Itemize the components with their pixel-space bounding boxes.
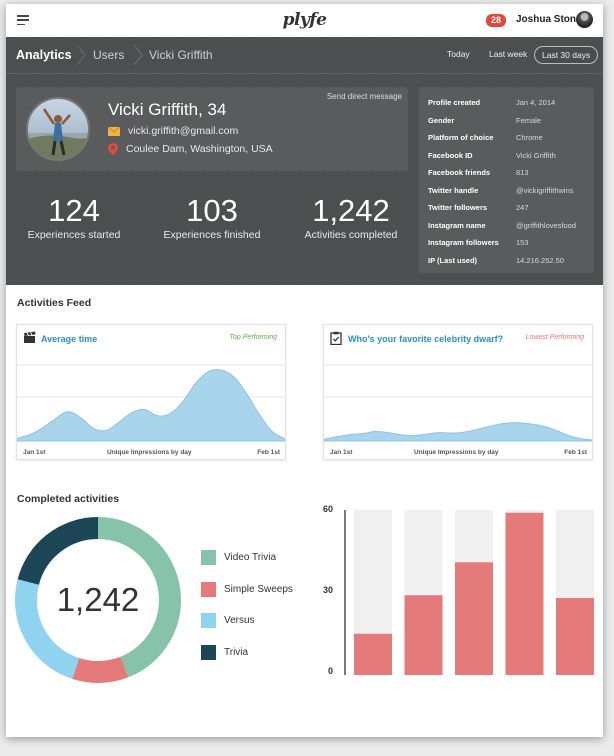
profile-email-row: vicki.griffith@gmail.com [108, 125, 238, 137]
range-today[interactable]: Today [447, 49, 470, 59]
x-axis-end: Feb 1st [564, 449, 587, 456]
stat-experiences-finished: 103 Experiences finished [154, 193, 270, 242]
completed-activities-title: Completed activities [17, 493, 120, 505]
info-key: Facebook ID [428, 150, 473, 160]
legend-swatch [201, 613, 216, 628]
activities-feed-title: Activities Feed [17, 297, 92, 309]
stat-label: Experiences finished [163, 229, 261, 241]
app-window: plyfe 28 Joshua Stone Analytics Users Vi… [6, 4, 603, 737]
bar[interactable] [455, 562, 493, 675]
info-value: @vickigriffithwins [516, 185, 574, 195]
user-name[interactable]: Joshua Stone [516, 14, 582, 25]
user-avatar[interactable] [576, 11, 593, 28]
mail-icon [108, 126, 120, 136]
bar[interactable] [404, 595, 443, 675]
performance-label: Lowest Performing [525, 334, 584, 341]
breadcrumb-user: Vicki Griffith [149, 48, 213, 62]
feed-card-celebrity-dwarf[interactable]: Who's your favorite celebrity dwarf? Low… [323, 324, 593, 460]
y-tick: 30 [323, 585, 334, 595]
info-key: Platform of choice [428, 133, 494, 142]
clipboard-check-icon [330, 331, 342, 345]
info-key: Facebook friends [428, 168, 491, 177]
area-series [17, 369, 285, 442]
info-key: Twitter followers [428, 203, 488, 212]
info-value: 14.216.252.50 [516, 255, 564, 265]
info-key: IP (Last used) [428, 255, 478, 265]
breadcrumb-users[interactable]: Users [93, 48, 124, 62]
chevron-right-icon [76, 44, 86, 66]
card-title[interactable]: Who's your favorite celebrity dwarf? [348, 334, 503, 344]
info-value: 153 [516, 238, 529, 247]
profile-info-table: Profile created Jan 4, 2014 Gender Female Pl… [419, 87, 594, 273]
stat-experiences-started: 124 Experiences started [16, 193, 132, 242]
info-key: Profile created [428, 98, 481, 107]
area-chart [324, 364, 592, 442]
top-bar: plyfe 28 Joshua Stone [6, 4, 603, 37]
legend-item[interactable]: Simple Sweeps [201, 581, 293, 597]
x-axis-start: Jan 1st [23, 449, 46, 456]
stat-value: 1,242 [312, 193, 390, 228]
donut-center-total: 1,242 [56, 581, 140, 618]
legend-label: Versus [224, 615, 255, 626]
info-value: Female [516, 115, 542, 125]
profile-location: Coulee Dam, Washington, USA [126, 143, 273, 155]
y-tick: 0 [328, 666, 334, 676]
legend-swatch [201, 644, 216, 660]
card-title[interactable]: Average time [41, 334, 97, 344]
info-value: 813 [516, 168, 529, 177]
profile-card: Send direct message Vicki Griffith, 34 v… [16, 87, 408, 171]
profile-name: Vicki Griffith, 34 [108, 100, 227, 119]
send-dm-link[interactable]: Send direct message [327, 92, 402, 101]
performance-label: Top Performing [229, 334, 277, 341]
profile-location-row: Coulee Dam, Washington, USA [108, 143, 273, 155]
bar[interactable] [354, 633, 392, 675]
x-axis-label: Unique Impressions by day [414, 449, 499, 456]
legend-swatch [201, 550, 216, 565]
x-axis-label: Unique Impressions by day [107, 449, 192, 456]
area-chart [17, 364, 285, 442]
range-last-30-days[interactable]: Last 30 days [534, 46, 599, 64]
x-axis-end: Feb 1st [257, 449, 280, 456]
breadcrumb: Analytics Users Vicki Griffith Today Las… [6, 37, 603, 74]
legend-swatch [201, 581, 216, 597]
logo[interactable]: plyfe [6, 10, 603, 30]
bar-chart [344, 510, 594, 675]
user-header: Analytics Users Vicki Griffith Today Las… [6, 37, 603, 285]
info-key: Twitter handle [428, 185, 479, 195]
info-value: 247 [516, 203, 529, 212]
info-value: Chrome [516, 133, 543, 142]
info-key: Gender [428, 115, 455, 125]
clapperboard-icon [24, 331, 36, 343]
stat-value: 103 [186, 193, 238, 228]
legend-item[interactable]: Video Trivia [201, 550, 276, 565]
legend-label: Trivia [224, 646, 249, 658]
info-value: Jan 4, 2014 [516, 98, 556, 107]
range-last-week[interactable]: Last week [489, 49, 527, 59]
legend-label: Simple Sweeps [224, 583, 293, 595]
info-key: Instagram name [428, 220, 486, 230]
info-value: @griffithlovesfood [516, 220, 577, 230]
bar[interactable] [505, 512, 544, 675]
stat-label: Experiences started [27, 229, 121, 241]
feed-card-average-time[interactable]: Average time Top Performing Jan 1st Uniq… [16, 324, 286, 460]
y-tick: 60 [323, 504, 334, 514]
stat-activities-completed: 1,242 Activities completed [291, 193, 411, 242]
bar[interactable] [556, 598, 594, 675]
location-pin-icon [108, 143, 118, 155]
x-axis-start: Jan 1st [330, 449, 353, 456]
legend-item[interactable]: Versus [201, 613, 255, 628]
notification-badge[interactable]: 28 [486, 14, 507, 27]
profile-avatar [26, 97, 90, 161]
info-value: Vicki Griffith [516, 150, 556, 160]
area-series [324, 422, 592, 442]
info-key: Instagram followers [428, 238, 499, 247]
breadcrumb-analytics[interactable]: Analytics [16, 48, 72, 62]
stat-label: Activities completed [304, 229, 398, 241]
profile-email[interactable]: vicki.griffith@gmail.com [128, 125, 238, 137]
legend-label: Video Trivia [224, 552, 277, 563]
chevron-right-icon [133, 44, 143, 66]
legend-item[interactable]: Trivia [201, 644, 249, 660]
stat-value: 124 [48, 193, 100, 228]
